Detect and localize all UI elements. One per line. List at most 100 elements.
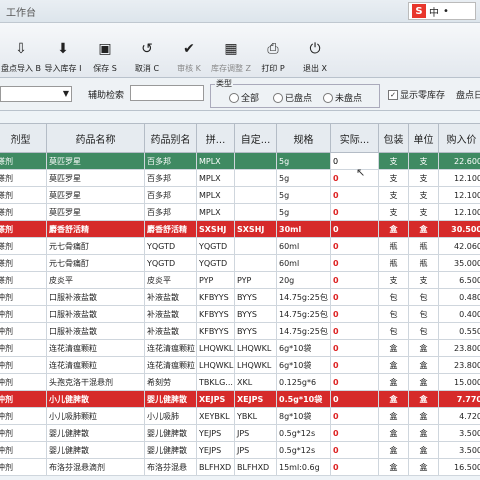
table-cell: MPLX (196, 169, 235, 187)
column-header[interactable]: 实际... (330, 123, 379, 153)
table-row[interactable]: 搽剂皮炎平皮炎平PYPPYP20g0支支6.500 (0, 271, 480, 289)
table-cell: TBKLG... (196, 373, 235, 391)
table-row[interactable]: 搽剂麝香舒活精麝香舒活精SXSHJSXSHJ30ml0盒盒30.500 (0, 220, 480, 238)
table-cell[interactable]: 0 (330, 390, 379, 408)
table-cell: 瓶 (408, 237, 439, 255)
table-row[interactable]: 冲剂小儿吸肺颗粒小儿吸肺XEYBKLYBKL8g*10袋0盒盒4.720 (0, 407, 480, 425)
ime-toolbar[interactable]: S 中 • (408, 2, 476, 20)
table-cell: 冲剂 (0, 288, 47, 306)
table-row[interactable]: 冲剂连花清瘟颗粒连花清瘟颗粒LHQWKLLHQWKL6g*10袋0盒盒23.80… (0, 356, 480, 374)
table-row[interactable]: 冲剂婴儿健脾散婴儿健脾散YEJPSJPS0.5g*12s0盒盒3.500 (0, 424, 480, 442)
column-header[interactable]: 拼... (196, 123, 235, 153)
radio-all[interactable]: 全部 (229, 91, 259, 104)
table-cell: 20g (276, 271, 331, 289)
toolbar-button-3[interactable]: ↺ 取消 C (126, 24, 168, 77)
toolbar-button-0[interactable]: ⇩ 盘点导入 B (0, 24, 42, 77)
save-icon: ▣ (98, 41, 112, 57)
category-dropdown[interactable]: ▼ (0, 86, 72, 102)
checkbox-box[interactable]: ✓ (388, 89, 398, 100)
table-cell: 6g*10袋 (276, 356, 331, 374)
table-row[interactable]: 搽剂莫匹罗星百多邦MPLX5g0支支12.100 (0, 186, 480, 204)
toolbar-button-4[interactable]: ✔ 审核 K (168, 24, 210, 77)
radio-uncounted[interactable]: 未盘点 (323, 91, 362, 104)
table-cell: 30.500 (438, 220, 480, 238)
window-title: 工作台 (6, 8, 36, 19)
table-cell[interactable]: 0 (330, 458, 379, 476)
toolbar: ⇩ 盘点导入 B ⬇ 导入库存 I ▣ 保存 S ↺ 取消 C ✔ 审核 K ▦ 库存调整 Z ⎙ 打印 … (0, 23, 480, 78)
column-header[interactable]: 单位 (408, 123, 439, 153)
column-header[interactable]: 购入价 (438, 123, 480, 153)
table-cell[interactable]: 0 (330, 203, 379, 221)
table-cell: 60ml (276, 237, 331, 255)
toolbar-button-6[interactable]: ⎙ 打印 P (252, 24, 294, 77)
table-row[interactable]: 冲剂婴儿健脾散婴儿健脾散YEJPSJPS0.5g*12s0盒盒3.500 (0, 441, 480, 459)
table-cell: 麝香舒活精 (46, 220, 145, 238)
table-cell: YQGTD (196, 237, 235, 255)
table-row[interactable]: 冲剂头孢克洛干混悬剂希刻劳TBKLG...XKL0.125g*60盒盒15.00… (0, 373, 480, 391)
table-cell[interactable]: 0 (330, 237, 379, 255)
table-cell[interactable]: 0 (330, 339, 379, 357)
radio-counted[interactable]: 已盘点 (273, 91, 312, 104)
table-cell[interactable]: 0 (330, 254, 379, 272)
table-cell: 冲剂 (0, 458, 47, 476)
table-row[interactable]: 搽剂莫匹罗星百多邦MPLX5g0支支12.100 (0, 169, 480, 187)
table-cell: 小儿健脾散 (46, 390, 145, 408)
table-row[interactable]: 搽剂莫匹罗星百多邦MPLX5g0支支22.600 (0, 152, 480, 170)
sogou-icon[interactable]: S (412, 4, 426, 18)
column-header[interactable]: 剂型 (0, 123, 47, 153)
table-cell: 冲剂 (0, 305, 47, 323)
column-header[interactable]: 药品名称 (46, 123, 145, 153)
table-row[interactable]: 搽剂元七骨痛酊YQGTDYQGTD60ml0瓶瓶35.000 (0, 254, 480, 272)
filter-bar: ▼ 辅助检索 类型 全部 已盘点 未盘点 ✓ 显示零库存 盘点日 (0, 78, 480, 111)
radio-counted-dot[interactable] (273, 92, 283, 103)
table-cell[interactable]: 0 (330, 356, 379, 374)
aux-search-input[interactable] (130, 85, 204, 101)
table-cell[interactable]: 0 (330, 373, 379, 391)
table-cell[interactable]: 0 (330, 407, 379, 425)
table-row[interactable]: 冲剂口服补液盐散补液盐散KFBYYSBYYS14.75g:25包0包包0.480 (0, 288, 480, 306)
table-cell[interactable]: 0 (330, 271, 379, 289)
toolbar-button-1[interactable]: ⬇ 导入库存 I (42, 24, 84, 77)
table-cell[interactable]: 0 (330, 220, 379, 238)
table-cell[interactable]: 0 (330, 169, 379, 187)
toolbar-button-label: 导入库存 I (44, 64, 82, 73)
toolbar-button-5[interactable]: ▦ 库存调整 Z (210, 24, 252, 77)
column-header[interactable]: 包装 (378, 123, 409, 153)
ime-mode[interactable]: 中 (429, 4, 439, 19)
table-row[interactable]: 搽剂莫匹罗星百多邦MPLX5g0支支12.100 (0, 203, 480, 221)
table-row[interactable]: 冲剂布洛芬混悬滴剂布洛芬混悬BLFHXDBLFHXD15ml:0.6g0盒盒16… (0, 458, 480, 476)
table-row[interactable]: 冲剂连花清瘟颗粒连花清瘟颗粒LHQWKLLHQWKL6g*10袋0盒盒23.80… (0, 339, 480, 357)
radio-all-dot[interactable] (229, 92, 239, 103)
table-cell: 盒 (378, 458, 409, 476)
table-cell[interactable]: 0 (330, 305, 379, 323)
toolbar-button-label: 打印 P (261, 64, 285, 73)
chevron-down-icon[interactable]: ▼ (63, 89, 69, 98)
toolbar-button-7[interactable]: ⏻ 退出 X (294, 24, 336, 77)
column-header[interactable]: 规格 (276, 123, 331, 153)
adjust-icon: ▦ (224, 41, 238, 57)
table-row[interactable]: 搽剂元七骨痛酊YQGTDYQGTD60ml0瓶瓶42.060 (0, 237, 480, 255)
table-cell: 包 (378, 288, 409, 306)
table-cell[interactable]: 0 (330, 152, 379, 170)
table-cell[interactable]: 0 (330, 424, 379, 442)
table-cell: LHQWKL (234, 356, 277, 374)
table-row[interactable]: 冲剂小儿健脾散婴儿健脾散XEJPSXEJPS0.5g*10袋0盒盒7.770 (0, 390, 480, 408)
column-header[interactable]: 自定... (234, 123, 277, 153)
table-cell: 莫匹罗星 (46, 203, 145, 221)
table-cell[interactable]: 0 (330, 288, 379, 306)
column-header[interactable]: 药品别名 (144, 123, 197, 153)
table-row[interactable]: 冲剂口服补液盐散补液盐散KFBYYSBYYS14.75g:25包0包包0.400 (0, 305, 480, 323)
table-cell[interactable]: 0 (330, 441, 379, 459)
radio-uncounted-dot[interactable] (323, 92, 333, 103)
table-cell: 包 (408, 322, 439, 340)
table-cell: 0.550 (438, 322, 480, 340)
table-row[interactable]: 冲剂口服补液盐散补液盐散KFBYYSBYYS14.75g:25包0包包0.550 (0, 322, 480, 340)
show-zero-stock-checkbox[interactable]: ✓ 显示零库存 (388, 88, 445, 101)
table-cell: 瓶 (408, 254, 439, 272)
toolbar-button-2[interactable]: ▣ 保存 S (84, 24, 126, 77)
table-cell[interactable]: 0 (330, 322, 379, 340)
table-cell: 23.800 (438, 339, 480, 357)
table-cell[interactable]: 0 (330, 186, 379, 204)
table-cell: BLFHXD (196, 458, 235, 476)
ime-symbols-icon[interactable]: • (443, 6, 449, 17)
